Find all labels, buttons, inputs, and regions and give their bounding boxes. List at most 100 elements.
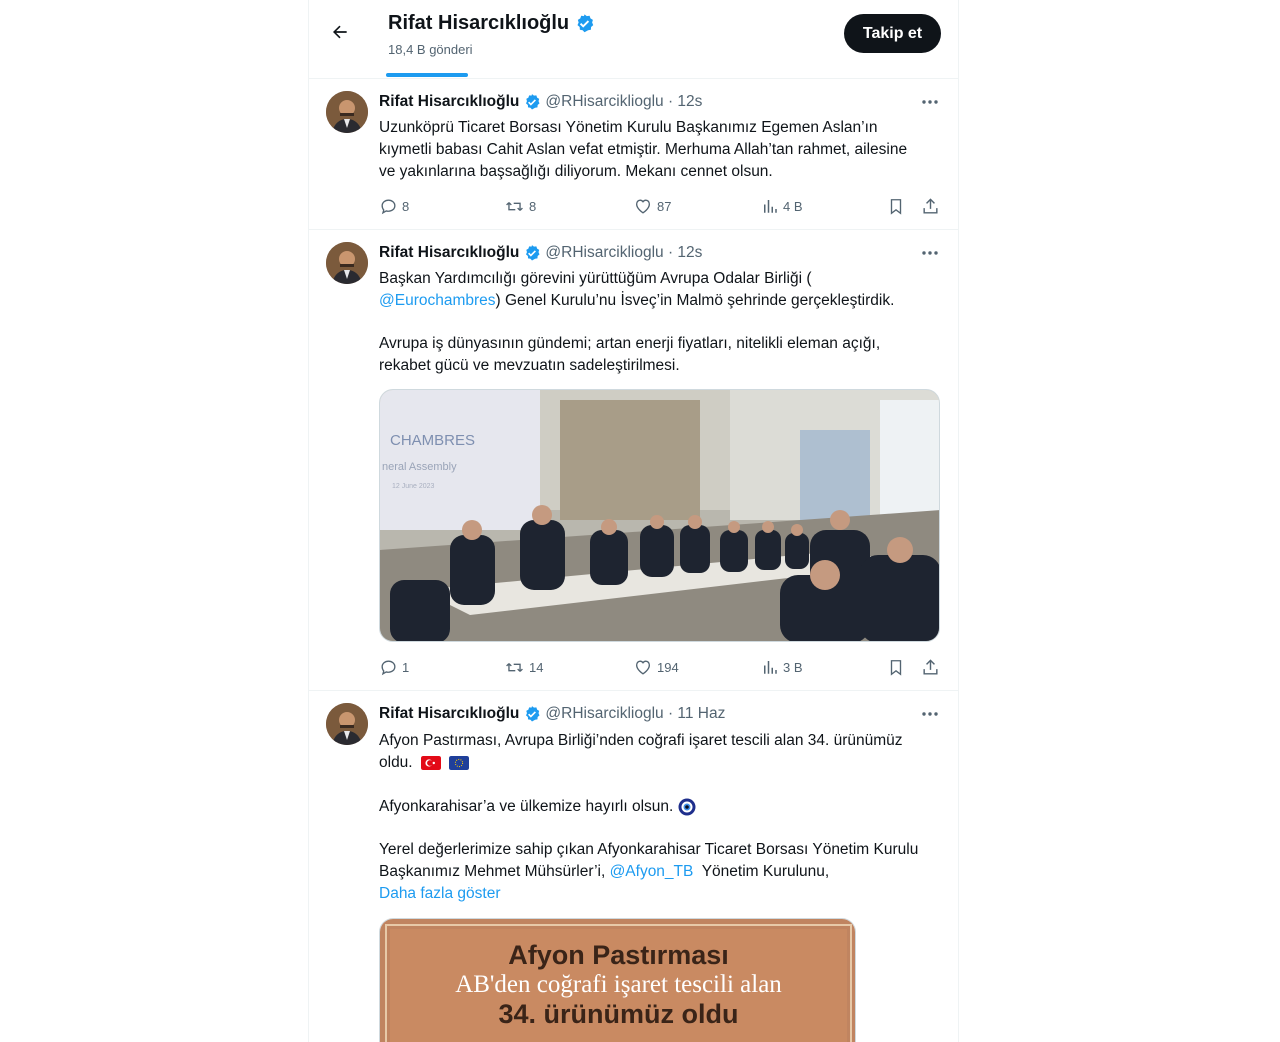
views-button[interactable]: 3 B [761, 655, 803, 679]
bookmark-button[interactable] [887, 655, 905, 679]
share-icon [923, 197, 938, 214]
retweet-count: 14 [529, 659, 544, 675]
afyon-pastirma-graphic: Afyon Pastırması AB'den coğrafi işaret t… [380, 919, 855, 1042]
tweet[interactable]: Rifat Hisarcıklıoğlu @RHisarciklioglu · … [309, 692, 958, 1042]
view-count: 3 B [783, 659, 803, 675]
tweet-text-line: Başkanımız Mehmet Mühsürler’i, @Afyon_TB… [379, 861, 829, 883]
tweet-header: Rifat Hisarcıklıoğlu @RHisarciklioglu · … [379, 705, 725, 723]
bookmark-icon [890, 659, 902, 676]
image-title: Afyon Pastırması [508, 940, 729, 970]
tweet-text-line: Başkan Yardımcılığı görevini yürüttüğüm … [379, 270, 812, 287]
tweet-image[interactable]: Afyon Pastırması AB'den coğrafi işaret t… [379, 918, 856, 1042]
reply-count: 1 [402, 659, 410, 675]
tweet-text-line: ve yakınlarına başsağlığı diliyorum. Mek… [379, 163, 773, 180]
page: Rifat Hisarcıklıoğlu 18,4 B gönderi Taki… [0, 0, 1280, 1042]
verified-badge-icon [526, 706, 540, 722]
reply-icon [381, 198, 396, 214]
tweet-text-line: Yerel değerlerimize sahip çıkan Afyonkar… [379, 841, 919, 858]
post-count: 18,4 B gönderi [388, 42, 473, 57]
more-options-button[interactable] [919, 243, 941, 263]
timeline-column: Rifat Hisarcıklıoğlu 18,4 B gönderi Taki… [308, 0, 959, 1042]
author-name[interactable]: Rifat Hisarcıklıoğlu [379, 93, 519, 111]
tweet-text-line: Afyon Pastırması, Avrupa Birliği’nden co… [379, 732, 903, 749]
author-handle-time[interactable]: @RHisarciklioglu · 12s [545, 244, 702, 262]
verified-badge-icon [577, 14, 594, 33]
author-name[interactable]: Rifat Hisarcıklıoğlu [379, 244, 519, 262]
tweet-text-line: kıymetli babası Cahit Aslan vefat etmişt… [379, 141, 908, 158]
author-handle-time[interactable]: @RHisarciklioglu · 11 Haz [545, 705, 725, 723]
back-button[interactable] [327, 19, 353, 45]
tweet-text-span: Afyonkarahisar’a ve ülkemize hayırlı ols… [379, 798, 674, 815]
retweet-icon [506, 662, 523, 672]
avatar[interactable] [326, 91, 368, 133]
retweet-button[interactable]: 14 [504, 655, 543, 679]
more-dots-icon [922, 100, 938, 104]
image-line: 34. ürünümüz oldu [499, 999, 739, 1029]
verified-badge-icon [526, 94, 540, 110]
tweet[interactable]: Rifat Hisarcıklıoğlu @RHisarciklioglu · … [309, 80, 958, 230]
image-line: AB'den coğrafi işaret tescili alan [455, 971, 782, 998]
tweet-text-span: Başkanımız Mehmet Mühsürler’i, [379, 863, 610, 880]
more-dots-icon [922, 712, 938, 716]
page-title: Rifat Hisarcıklıoğlu [388, 12, 595, 35]
like-button[interactable]: 194 [633, 655, 679, 679]
reply-icon [381, 659, 396, 675]
meeting-photo: CHAMBRES neral Assembly 12 June 2023 [380, 390, 939, 641]
mention-link[interactable]: @Afyon_TB [610, 863, 694, 880]
banner-date: 12 June 2023 [392, 483, 435, 490]
retweet-count: 8 [529, 198, 537, 214]
tweet-text-line: Avrupa iş dünyasının gündemi; artan ener… [379, 335, 881, 352]
tweet-header: Rifat Hisarcıklıoğlu @RHisarciklioglu · … [379, 244, 702, 262]
arrow-left-icon [333, 25, 347, 39]
tweet[interactable]: Rifat Hisarcıklıoğlu @RHisarciklioglu · … [309, 231, 958, 691]
tweet-text-span: ) Genel Kurulu’nu İsveç’in Malmö şehrind… [495, 292, 895, 309]
author-handle-time[interactable]: @RHisarciklioglu · 12s [545, 93, 702, 111]
views-button[interactable]: 4 B [761, 194, 803, 218]
tweet-actions: 1 14 194 3 B [379, 655, 941, 679]
tweet-text-span: oldu. [379, 754, 413, 771]
share-button[interactable] [921, 655, 940, 679]
author-name[interactable]: Rifat Hisarcıklıoğlu [379, 705, 519, 723]
retweet-button[interactable]: 8 [504, 194, 536, 218]
active-tab-indicator [386, 73, 468, 77]
mention-link[interactable]: @Eurochambres [379, 292, 496, 309]
more-dots-icon [922, 251, 938, 255]
tweet-text-span: Yönetim Kurulunu, [693, 863, 830, 880]
more-options-button[interactable] [919, 92, 941, 112]
analytics-icon [764, 200, 777, 213]
share-icon [923, 658, 938, 675]
profile-header: Rifat Hisarcıklıoğlu 18,4 B gönderi Taki… [309, 0, 958, 79]
eu-flag-icon [449, 755, 470, 770]
tweet-text-line: Uzunköprü Ticaret Borsası Yönetim Kurulu… [379, 119, 878, 136]
tweet-text-line: @Eurochambres) Genel Kurulu’nu İsveç’in … [379, 290, 894, 312]
retweet-icon [506, 201, 523, 211]
tweet-text-line: Afyonkarahisar’a ve ülkemize hayırlı ols… [379, 796, 696, 818]
heart-icon [635, 198, 651, 214]
bookmark-icon [890, 198, 902, 215]
turkey-flag-icon [420, 755, 441, 770]
show-more-link[interactable]: Daha fazla göster [379, 883, 501, 905]
share-button[interactable] [921, 194, 940, 218]
like-count: 87 [657, 198, 672, 214]
follow-button[interactable]: Takip et [844, 14, 941, 53]
more-options-button[interactable] [919, 704, 941, 724]
reply-button[interactable]: 8 [379, 194, 409, 218]
tweet-photo[interactable]: CHAMBRES neral Assembly 12 June 2023 [379, 389, 940, 642]
profile-name: Rifat Hisarcıklıoğlu [388, 12, 570, 34]
verified-badge-icon [526, 245, 540, 261]
like-button[interactable]: 87 [633, 194, 671, 218]
avatar[interactable] [326, 242, 368, 284]
avatar[interactable] [326, 703, 368, 745]
banner-text: CHAMBRES [390, 432, 475, 449]
tweet-text-line: oldu. [379, 752, 470, 774]
bookmark-button[interactable] [887, 194, 905, 218]
analytics-icon [764, 661, 777, 674]
tweet-text-line: rekabet gücü ve mevzuatın sadeleştirilme… [379, 357, 680, 374]
tweet-actions: 8 8 87 4 B [379, 194, 941, 218]
tweet-header: Rifat Hisarcıklıoğlu @RHisarciklioglu · … [379, 93, 702, 111]
banner-subtext: neral Assembly [382, 461, 457, 473]
reply-button[interactable]: 1 [379, 655, 409, 679]
nazar-amulet-icon [678, 798, 696, 816]
reply-count: 8 [402, 198, 410, 214]
like-count: 194 [657, 659, 679, 675]
